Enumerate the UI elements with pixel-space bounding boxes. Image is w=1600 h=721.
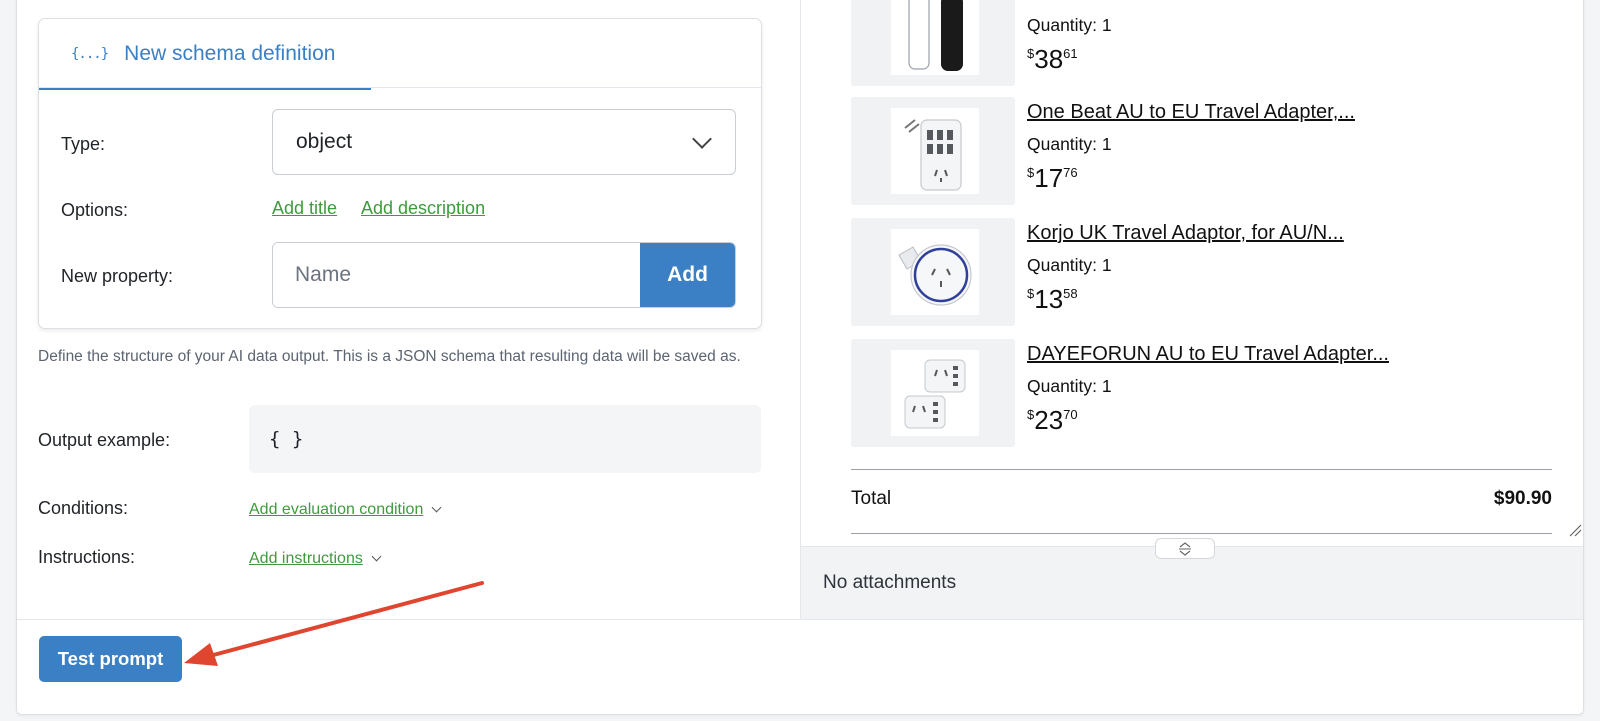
schema-definition-box: {...} New schema definition Type: object… bbox=[38, 18, 762, 329]
output-example-code: { } bbox=[269, 428, 304, 450]
braces-icon: {...} bbox=[71, 45, 109, 62]
add-instructions-link[interactable]: Add instructions bbox=[249, 550, 363, 567]
test-prompt-button[interactable]: Test prompt bbox=[39, 636, 182, 682]
cart-item: One Beat AU to EU Travel Adapter,... Qua… bbox=[851, 97, 1571, 205]
output-example-label: Output example: bbox=[38, 430, 171, 450]
item-price: $2370 bbox=[1027, 405, 1078, 435]
attachments-text: No attachments bbox=[823, 572, 957, 593]
item-quantity: Quantity: 1 bbox=[1027, 376, 1112, 396]
tab-label: New schema definition bbox=[124, 41, 336, 65]
prompt-editor-card: {...} New schema definition Type: object… bbox=[16, 0, 1584, 715]
total-divider bbox=[851, 533, 1552, 534]
double-adapter-icon bbox=[891, 350, 979, 436]
item-price: $1358 bbox=[1027, 284, 1078, 314]
add-title-link[interactable]: Add title bbox=[272, 198, 337, 219]
cart-item: Korjo UK Travel Adaptor, for AU/N... Qua… bbox=[851, 218, 1571, 326]
item-quantity: Quantity: 1 bbox=[1027, 255, 1112, 275]
type-select[interactable]: object bbox=[272, 109, 736, 175]
add-property-button[interactable]: Add bbox=[640, 243, 735, 307]
item-price: $3861 bbox=[1027, 44, 1078, 74]
schema-help-text: Define the structure of your AI data out… bbox=[38, 348, 741, 365]
property-name-input[interactable] bbox=[273, 243, 640, 307]
total-divider bbox=[851, 469, 1552, 470]
tab-new-schema-definition[interactable]: {...} New schema definition bbox=[39, 19, 371, 90]
cart-item: DAYEFORUN AU to EU Travel Adapter... Qua… bbox=[851, 339, 1571, 447]
add-evaluation-condition-dropdown[interactable]: Add evaluation condition bbox=[249, 501, 442, 519]
add-instructions-dropdown[interactable]: Add instructions bbox=[249, 550, 382, 568]
new-property-group: Add bbox=[272, 242, 736, 308]
item-title[interactable]: One Beat AU to EU Travel Adapter,... bbox=[1027, 101, 1355, 124]
total-value: $90.90 bbox=[1493, 488, 1552, 509]
output-example-box: { } bbox=[249, 405, 761, 473]
item-price: $1776 bbox=[1027, 163, 1078, 193]
total-label: Total bbox=[851, 488, 892, 509]
pane-resize-handle[interactable] bbox=[1155, 538, 1215, 559]
water-bottle-icon bbox=[891, 0, 979, 75]
email-preview-pane: Quantity: 1 $3861 One Beat AU to EU Trav… bbox=[800, 0, 1583, 620]
editor-footer: Test prompt bbox=[17, 619, 1583, 714]
cart-item: Quantity: 1 $3861 bbox=[851, 0, 1571, 86]
item-title[interactable]: DAYEFORUN AU to EU Travel Adapter... bbox=[1027, 343, 1389, 366]
conditions-label: Conditions: bbox=[38, 498, 129, 518]
add-description-link[interactable]: Add description bbox=[361, 198, 485, 219]
plug-adapter-icon bbox=[891, 229, 979, 315]
chevron-down-icon bbox=[692, 129, 712, 149]
new-property-label: New property: bbox=[61, 266, 174, 286]
type-select-value: object bbox=[296, 130, 353, 153]
item-quantity: Quantity: 1 bbox=[1027, 134, 1112, 154]
instructions-label: Instructions: bbox=[38, 547, 136, 567]
add-evaluation-condition-link[interactable]: Add evaluation condition bbox=[249, 501, 423, 518]
chevron-down-icon bbox=[371, 551, 382, 562]
chevron-down-icon bbox=[431, 502, 442, 513]
schema-pane: {...} New schema definition Type: object… bbox=[17, 0, 799, 619]
resize-arrows-icon bbox=[1179, 542, 1191, 556]
resize-grip-icon[interactable] bbox=[1568, 523, 1582, 537]
type-label: Type: bbox=[61, 134, 106, 154]
item-title[interactable]: Korjo UK Travel Adaptor, for AU/N... bbox=[1027, 222, 1344, 245]
power-strip-icon bbox=[891, 108, 979, 194]
options-label: Options: bbox=[61, 200, 129, 220]
item-quantity: Quantity: 1 bbox=[1027, 15, 1112, 35]
